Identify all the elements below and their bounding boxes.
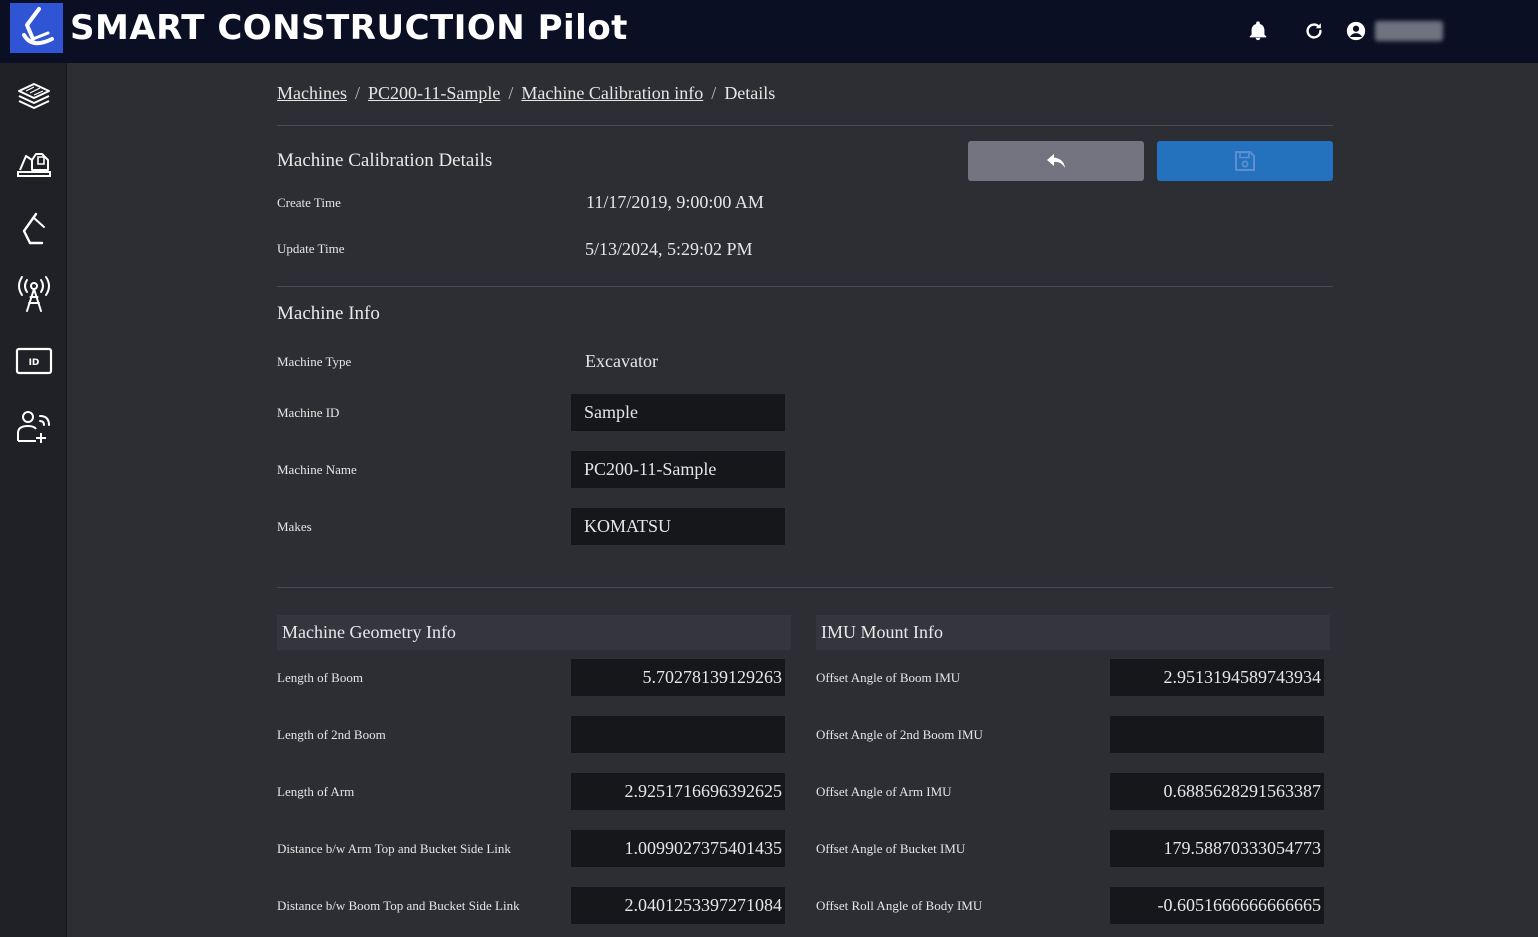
section-divider (277, 587, 1333, 588)
breadcrumb-machines[interactable]: Machines (277, 83, 347, 103)
machine-icon (17, 153, 51, 177)
machine-id-label: Machine ID (277, 405, 340, 420)
main-content: Machines / PC200-11-Sample / Machine Calibra… (67, 63, 1538, 937)
machine-type-value: Excavator (585, 351, 658, 371)
update-time-label: Update Time (277, 241, 345, 256)
body-imu-roll-offset-label: Offset Roll Angle of Body IMU (816, 898, 983, 913)
refresh-icon[interactable] (1303, 20, 1325, 42)
sidebar-item-machines[interactable] (11, 139, 57, 185)
boom-imu-offset-input[interactable] (1110, 659, 1324, 696)
svg-text:ID: ID (29, 358, 40, 368)
app-header: SMART CONSTRUCTION Pilot ████ (0, 0, 1538, 63)
geometry-panel-title: Machine Geometry Info (277, 615, 791, 650)
sidebar-item-id[interactable]: ID (11, 338, 57, 384)
calibration-details-title: Machine Calibration Details (277, 150, 493, 171)
arm-imu-offset-input[interactable] (1110, 773, 1324, 810)
length-of-2nd-boom-label: Length of 2nd Boom (277, 727, 386, 742)
2nd-boom-imu-offset-input[interactable] (1110, 716, 1324, 753)
save-button[interactable] (1157, 141, 1333, 181)
create-time-label: Create Time (277, 195, 341, 210)
breadcrumb-machine[interactable]: PC200-11-Sample (368, 83, 500, 103)
breadcrumb-current: Details (724, 83, 776, 103)
boom-top-bucket-link-distance-label: Distance b/w Boom Top and Bucket Side Li… (277, 898, 520, 913)
machine-name-label: Machine Name (277, 462, 357, 477)
antenna-icon (18, 276, 50, 312)
user-add-icon (17, 411, 50, 443)
notification-bell-icon[interactable] (1247, 20, 1269, 42)
arm-top-bucket-link-distance-label: Distance b/w Arm Top and Bucket Side Lin… (277, 841, 511, 856)
back-button[interactable] (968, 141, 1144, 181)
length-of-2nd-boom-input[interactable] (571, 716, 785, 753)
machine-id-input[interactable] (571, 394, 785, 431)
boom-imu-offset-label: Offset Angle of Boom IMU (816, 670, 961, 685)
imu-panel-title: IMU Mount Info (816, 615, 1330, 650)
machine-name-input[interactable] (571, 451, 785, 488)
section-divider (277, 125, 1333, 126)
arm-imu-offset-label: Offset Angle of Arm IMU (816, 784, 952, 799)
boom-top-bucket-link-distance-input[interactable] (571, 887, 785, 924)
length-of-boom-input[interactable] (571, 659, 785, 696)
create-time-value: 11/17/2019, 9:00:00 AM (586, 192, 764, 212)
breadcrumb-separator: / (508, 83, 514, 103)
sidebar: ID (0, 63, 67, 937)
user-account-icon[interactable] (1345, 20, 1367, 42)
makes-input[interactable] (571, 508, 785, 545)
2nd-boom-imu-offset-label: Offset Angle of 2nd Boom IMU (816, 727, 983, 742)
machine-info-title: Machine Info (277, 303, 380, 324)
machine-type-label: Machine Type (277, 354, 352, 369)
bucket-imu-offset-input[interactable] (1110, 830, 1324, 867)
breadcrumb-calibration-info[interactable]: Machine Calibration info (521, 83, 703, 103)
breadcrumb: Machines / PC200-11-Sample / Machine Calibra… (277, 83, 775, 104)
update-time-value: 5/13/2024, 5:29:02 PM (585, 239, 753, 259)
reply-arrow-icon (1047, 154, 1065, 168)
app-title: SMART CONSTRUCTION Pilot (70, 8, 628, 48)
makes-label: Makes (277, 519, 312, 534)
length-of-boom-label: Length of Boom (277, 670, 363, 685)
section-divider (277, 286, 1333, 287)
sidebar-item-excavator[interactable] (11, 206, 57, 252)
id-card-icon: ID (15, 347, 53, 375)
excavator-arm-icon (22, 212, 45, 245)
sidebar-item-antenna[interactable] (11, 272, 57, 318)
save-floppy-icon (1235, 151, 1255, 171)
bucket-imu-offset-label: Offset Angle of Bucket IMU (816, 841, 966, 856)
sidebar-item-user-management[interactable] (11, 404, 57, 450)
arm-top-bucket-link-distance-input[interactable] (571, 830, 785, 867)
user-name[interactable]: ████ (1375, 21, 1443, 41)
layers-icon (18, 83, 50, 109)
breadcrumb-separator: / (354, 83, 360, 103)
excavator-logo-icon (22, 7, 54, 46)
sidebar-item-layers[interactable] (11, 73, 57, 119)
breadcrumb-separator: / (711, 83, 717, 103)
app-logo[interactable] (10, 3, 63, 53)
body-imu-roll-offset-input[interactable] (1110, 887, 1324, 924)
length-of-arm-label: Length of Arm (277, 784, 355, 799)
length-of-arm-input[interactable] (571, 773, 785, 810)
